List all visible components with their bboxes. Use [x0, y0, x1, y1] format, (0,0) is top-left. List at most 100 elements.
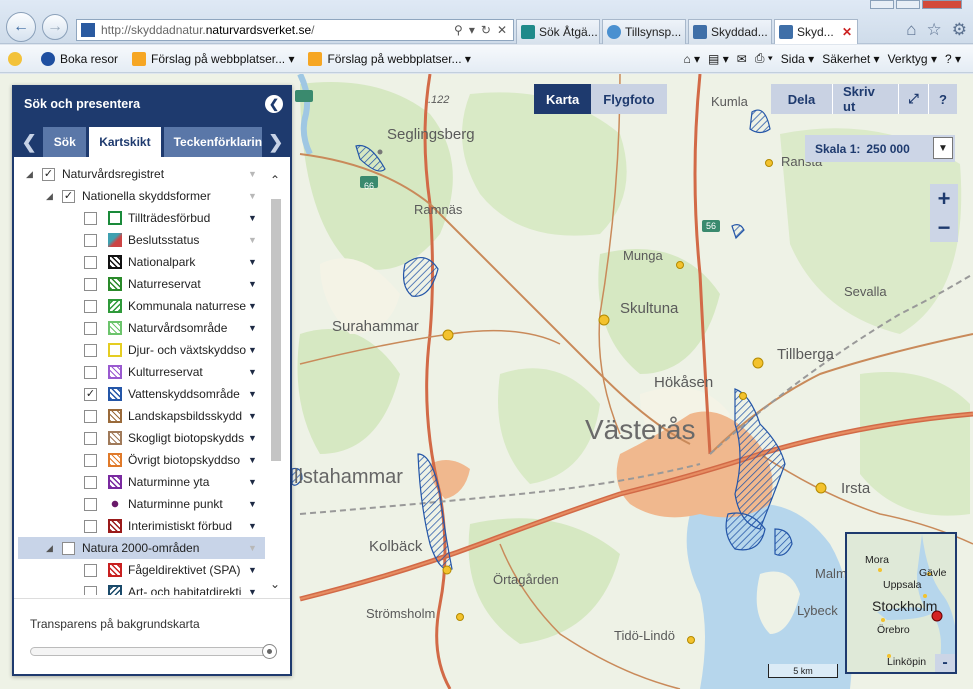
- layer-checkbox[interactable]: [84, 519, 97, 533]
- mail-icon[interactable]: ✉: [737, 52, 747, 66]
- layer-row[interactable]: Nationalpark ▼: [18, 251, 265, 273]
- layer-row[interactable]: ✓ Vattenskyddsområde ▼: [18, 383, 265, 405]
- tab-teckenforklaring[interactable]: Teckenförklarin: [163, 127, 262, 157]
- layer-checkbox[interactable]: [84, 321, 97, 335]
- layer-checkbox[interactable]: [84, 453, 97, 467]
- dela-button[interactable]: Dela: [771, 84, 833, 114]
- layer-row[interactable]: Övrigt biotopskyddso ▼: [18, 449, 265, 471]
- layer-checkbox[interactable]: [84, 475, 97, 489]
- layer-row[interactable]: Naturminne yta ▼: [18, 471, 265, 493]
- chevron-down-icon[interactable]: ▼: [933, 137, 953, 159]
- menu-verktyg[interactable]: Verktyg ▾: [888, 52, 937, 66]
- layer-row[interactable]: Tillträdesförbud ▼: [18, 207, 265, 229]
- layer-checkbox[interactable]: [84, 563, 97, 577]
- rss-icon[interactable]: ▤ ▾: [708, 52, 729, 66]
- back-icon[interactable]: ←: [6, 12, 36, 42]
- tab-3[interactable]: Skyddad...: [688, 19, 772, 44]
- expand-toggle-icon[interactable]: ◢: [46, 543, 53, 554]
- layer-menu-icon[interactable]: ▼: [248, 191, 257, 201]
- layer-menu-icon[interactable]: ▼: [248, 301, 257, 311]
- home-menu-icon[interactable]: ⌂ ▾: [683, 52, 700, 66]
- collapse-panel-icon[interactable]: ❮: [265, 95, 283, 113]
- tab-1[interactable]: Sök Åtgä...: [516, 19, 600, 44]
- layer-checkbox[interactable]: ✓: [62, 189, 75, 203]
- layer-menu-icon[interactable]: ▼: [248, 477, 257, 487]
- layer-checkbox[interactable]: [84, 365, 97, 379]
- favorite-link-boka[interactable]: Boka resor: [41, 51, 118, 66]
- layer-row[interactable]: Kulturreservat ▼: [18, 361, 265, 383]
- tabs-scroll-left-icon[interactable]: ❮: [18, 127, 40, 157]
- expand-toggle-icon[interactable]: ◢: [26, 169, 33, 180]
- layer-menu-icon[interactable]: ▼: [248, 235, 257, 245]
- layer-row[interactable]: Kommunala naturrese ▼: [18, 295, 265, 317]
- layer-checkbox[interactable]: [84, 277, 97, 291]
- layer-menu-icon[interactable]: ▼: [248, 455, 257, 465]
- layer-row[interactable]: Naturreservat ▼: [18, 273, 265, 295]
- layer-row[interactable]: Djur- och växtskyddso ▼: [18, 339, 265, 361]
- print-icon[interactable]: ⎙ ▾: [755, 51, 773, 66]
- layer-row[interactable]: Art- och habitatdirekti ▼: [18, 581, 265, 595]
- favorites-star-icon[interactable]: [8, 51, 27, 66]
- layer-row[interactable]: Naturvårdsområde ▼: [18, 317, 265, 339]
- search-icon[interactable]: ⚲: [454, 23, 463, 37]
- layer-checkbox[interactable]: [84, 343, 97, 357]
- tabs-scroll-right-icon[interactable]: ❯: [265, 127, 287, 157]
- dropdown-icon[interactable]: ▾: [469, 23, 475, 37]
- zoom-in-button[interactable]: +: [930, 184, 958, 213]
- layer-menu-icon[interactable]: ▼: [248, 521, 257, 531]
- favorites-star-icon[interactable]: ☆: [927, 20, 942, 40]
- layer-menu-icon[interactable]: ▼: [248, 565, 257, 575]
- scroll-down-icon[interactable]: ⌄: [270, 577, 280, 591]
- close-icon[interactable]: ✕: [497, 23, 507, 37]
- layer-row[interactable]: Fågeldirektivet (SPA) ▼: [18, 559, 265, 581]
- flygfoto-button[interactable]: Flygfoto: [591, 84, 667, 114]
- favorite-link-suggestions-1[interactable]: Förslag på webbplatser... ▾: [132, 51, 294, 66]
- settings-gear-icon[interactable]: ⚙: [952, 20, 967, 40]
- layer-menu-icon[interactable]: ▼: [248, 367, 257, 377]
- layer-row[interactable]: ◢ ✓ Naturvårdsregistret ▼: [18, 163, 265, 185]
- fullscreen-icon[interactable]: ⤢: [899, 84, 929, 114]
- layer-menu-icon[interactable]: ▼: [248, 257, 257, 267]
- transparency-slider[interactable]: [30, 644, 277, 659]
- scale-selector[interactable]: Skala 1: 250 000 ▼: [805, 135, 955, 162]
- close-tab-icon[interactable]: ✕: [837, 25, 857, 39]
- layer-menu-icon[interactable]: ▼: [248, 345, 257, 355]
- layer-checkbox[interactable]: [84, 497, 97, 511]
- overview-minimize-button[interactable]: -: [935, 654, 955, 672]
- layer-scrollbar[interactable]: ⌃ ⌄: [267, 167, 285, 595]
- layer-menu-icon[interactable]: ▼: [248, 169, 257, 179]
- address-bar[interactable]: http://skyddadnatur. naturvardsverket.se /…: [76, 19, 514, 41]
- tab-sok[interactable]: Sök: [43, 127, 87, 157]
- layer-row[interactable]: Naturminne punkt ▼: [18, 493, 265, 515]
- forward-icon[interactable]: →: [42, 14, 68, 40]
- layer-checkbox[interactable]: [84, 299, 97, 313]
- tab-2[interactable]: Tillsynsp...: [602, 19, 686, 44]
- layer-checkbox[interactable]: [84, 211, 97, 225]
- expand-toggle-icon[interactable]: ◢: [46, 191, 53, 202]
- slider-handle[interactable]: [262, 644, 277, 659]
- layer-row[interactable]: ◢ Natura 2000-områden ▼: [18, 537, 265, 559]
- layer-menu-icon[interactable]: ▼: [248, 587, 257, 595]
- layer-row[interactable]: Landskapsbildsskydd ▼: [18, 405, 265, 427]
- skriv-ut-button[interactable]: Skriv ut: [833, 84, 899, 114]
- karta-button[interactable]: Karta: [534, 84, 592, 114]
- layer-checkbox[interactable]: [84, 431, 97, 445]
- layer-row[interactable]: Beslutsstatus ▼: [18, 229, 265, 251]
- layer-menu-icon[interactable]: ▼: [248, 499, 257, 509]
- maximize-window-button[interactable]: [896, 0, 920, 9]
- layer-menu-icon[interactable]: ▼: [248, 411, 257, 421]
- layer-checkbox[interactable]: ✓: [42, 167, 55, 181]
- favorite-link-suggestions-2[interactable]: Förslag på webbplatser... ▾: [308, 51, 471, 66]
- help-icon[interactable]: ? ▾: [945, 52, 961, 66]
- layer-menu-icon[interactable]: ▼: [248, 389, 257, 399]
- layer-row[interactable]: ◢ ✓ Nationella skyddsformer ▼: [18, 185, 265, 207]
- layer-checkbox[interactable]: [84, 585, 97, 595]
- layer-checkbox[interactable]: [84, 255, 97, 269]
- layer-row[interactable]: Skogligt biotopskydds ▼: [18, 427, 265, 449]
- minimize-window-button[interactable]: [870, 0, 894, 9]
- tab-kartskikt[interactable]: Kartskikt: [89, 127, 161, 157]
- layer-checkbox[interactable]: [84, 233, 97, 247]
- menu-sakerhet[interactable]: Säkerhet ▾: [822, 52, 879, 66]
- layer-menu-icon[interactable]: ▼: [248, 213, 257, 223]
- zoom-out-button[interactable]: −: [930, 213, 958, 242]
